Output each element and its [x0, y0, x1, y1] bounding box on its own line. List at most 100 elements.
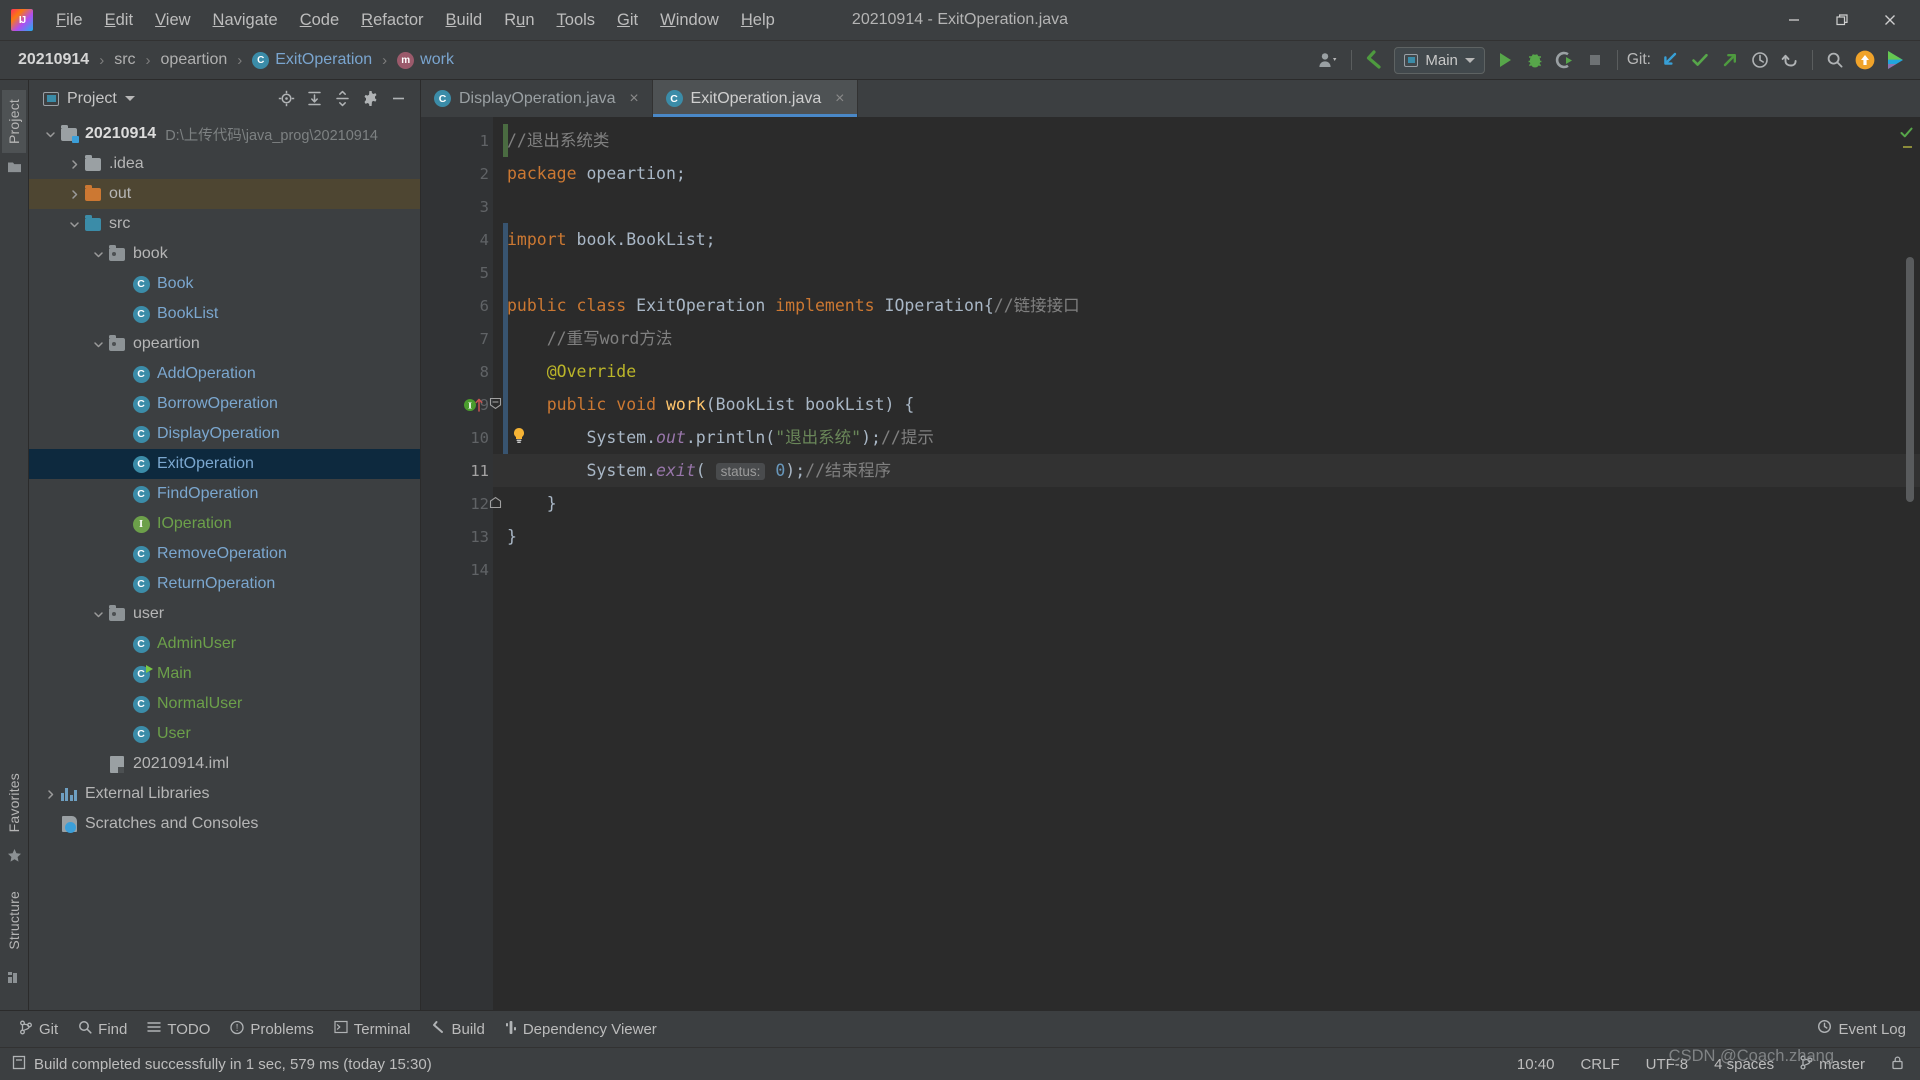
menu-code[interactable]: Code: [289, 7, 350, 33]
gutter-line-3[interactable]: 3: [421, 190, 493, 223]
tree-node-addoperation[interactable]: C AddOperation: [29, 359, 420, 389]
git-history-icon[interactable]: [1745, 46, 1775, 74]
settings-gear-icon[interactable]: [357, 86, 383, 111]
git-push-icon[interactable]: [1715, 46, 1745, 74]
code-line-6[interactable]: public class ExitOperation implements IO…: [493, 289, 1920, 322]
search-everywhere-icon[interactable]: [1820, 46, 1850, 74]
git-update-icon[interactable]: [1655, 46, 1685, 74]
menu-tools[interactable]: Tools: [546, 7, 607, 33]
structure-icon[interactable]: [7, 970, 22, 989]
chevron-down-icon[interactable]: [91, 337, 106, 352]
expand-all-icon[interactable]: [301, 86, 327, 111]
code-editor[interactable]: 1 2 3 4 5 6 7 8 9 I 10 11 12 13 14 //退出系统类 package opea…: [421, 117, 1920, 1010]
back-arrow-icon[interactable]: [1359, 46, 1389, 74]
gutter-line-13[interactable]: 13: [421, 520, 493, 553]
tree-node-findoperation[interactable]: C FindOperation: [29, 479, 420, 509]
gutter-line-12[interactable]: 12: [421, 487, 502, 520]
hide-panel-icon[interactable]: [385, 86, 411, 111]
tool-window-dependency-viewer[interactable]: Dependency Viewer: [496, 1016, 666, 1043]
gutter-line-4[interactable]: 4: [421, 223, 508, 256]
chevron-right-icon[interactable]: [67, 157, 82, 172]
tree-node-src[interactable]: src: [29, 209, 420, 239]
tree-node-scratches-and-consoles[interactable]: Scratches and Consoles: [29, 809, 420, 839]
read-only-icon[interactable]: [1887, 1053, 1908, 1076]
gutter-line-2[interactable]: 2: [421, 157, 493, 190]
update-badge-icon[interactable]: [1850, 46, 1880, 74]
debug-icon[interactable]: [1520, 46, 1550, 74]
run-icon[interactable]: [1490, 46, 1520, 74]
tree-node-exitoperation[interactable]: C ExitOperation: [29, 449, 420, 479]
code-line-9[interactable]: public void work(BookList bookList) {: [493, 388, 1920, 421]
tree-node-out[interactable]: out: [29, 179, 420, 209]
tool-window-git[interactable]: Git: [10, 1016, 67, 1043]
gutter-line-9[interactable]: 9I: [421, 388, 508, 421]
gutter-line-7[interactable]: 7: [421, 322, 508, 355]
project-files-icon[interactable]: [7, 160, 22, 179]
menu-edit[interactable]: Edit: [94, 7, 144, 33]
tree-node-.idea[interactable]: .idea: [29, 149, 420, 179]
tree-node-20210914.iml[interactable]: 20210914.iml: [29, 749, 420, 779]
editor-markup-scrollbar[interactable]: [1900, 117, 1916, 1010]
code-line-14[interactable]: [493, 553, 1920, 586]
gutter-line-1[interactable]: 1: [421, 124, 508, 157]
implementing-method-icon[interactable]: I: [463, 397, 489, 413]
gutter-line-6[interactable]: 6: [421, 289, 508, 322]
tree-node-adminuser[interactable]: C AdminUser: [29, 629, 420, 659]
git-rollback-icon[interactable]: [1775, 46, 1805, 74]
code-line-10[interactable]: System.out.println("退出系统");//提示: [493, 421, 1920, 454]
tool-window-problems[interactable]: ! Problems: [221, 1016, 322, 1043]
code-line-7[interactable]: //重写word方法: [493, 322, 1920, 355]
favorites-star-icon[interactable]: [7, 848, 22, 868]
user-avatar-icon[interactable]: [1314, 46, 1344, 74]
gutter-line-14[interactable]: 14: [421, 553, 493, 586]
menu-navigate[interactable]: Navigate: [202, 7, 289, 33]
breadcrumb-work[interactable]: m work: [394, 49, 457, 71]
code-content[interactable]: //退出系统类 package opeartion; import book.Boo…: [493, 117, 1920, 1010]
gutter-line-10[interactable]: 10: [421, 421, 524, 454]
gutter-line-5[interactable]: 5: [421, 256, 508, 289]
tree-node-borrowoperation[interactable]: C BorrowOperation: [29, 389, 420, 419]
breadcrumb-opeartion[interactable]: opeartion: [158, 49, 231, 71]
menu-help[interactable]: Help: [730, 7, 786, 33]
git-commit-icon[interactable]: [1685, 46, 1715, 74]
tool-window-todo[interactable]: TODO: [138, 1016, 219, 1042]
code-line-1[interactable]: //退出系统类: [493, 124, 1920, 157]
editor-tab-displayoperation-java[interactable]: C DisplayOperation.java ×: [421, 80, 653, 117]
gutter-line-8[interactable]: 8: [421, 355, 508, 388]
chevron-right-icon[interactable]: [43, 787, 58, 802]
gutter-line-11[interactable]: 11: [421, 454, 508, 487]
code-line-8[interactable]: @Override: [493, 355, 1920, 388]
menu-file[interactable]: File: [45, 7, 94, 33]
tree-node-book[interactable]: C Book: [29, 269, 420, 299]
stop-icon[interactable]: [1580, 46, 1610, 74]
strip-tab-project[interactable]: Project: [2, 90, 26, 153]
locate-icon[interactable]: [273, 86, 299, 111]
breadcrumb-20210914[interactable]: 20210914: [15, 49, 92, 71]
tree-node-ioperation[interactable]: I IOperation: [29, 509, 420, 539]
menu-refactor[interactable]: Refactor: [350, 7, 434, 33]
code-line-2[interactable]: package opeartion;: [493, 157, 1920, 190]
close-tab-icon[interactable]: ×: [627, 90, 642, 108]
tree-node-booklist[interactable]: C BookList: [29, 299, 420, 329]
breadcrumb-src[interactable]: src: [111, 49, 138, 71]
ide-feature-icon[interactable]: [1880, 46, 1910, 74]
chevron-down-icon[interactable]: [91, 247, 106, 262]
tree-node-displayoperation[interactable]: C DisplayOperation: [29, 419, 420, 449]
status-message-group[interactable]: Build completed successfully in 1 sec, 5…: [12, 1055, 432, 1074]
collapse-all-icon[interactable]: [329, 86, 355, 111]
file-encoding[interactable]: UTF-8: [1642, 1054, 1693, 1075]
code-line-5[interactable]: [493, 256, 1920, 289]
strip-tab-structure[interactable]: Structure: [2, 882, 26, 959]
tree-node-20210914[interactable]: 20210914 D:\上传代码\java_prog\20210914: [29, 119, 420, 149]
editor-vertical-scrollbar[interactable]: [1906, 257, 1914, 502]
tree-node-main[interactable]: C Main: [29, 659, 420, 689]
strip-tab-favorites[interactable]: Favorites: [2, 764, 26, 841]
tree-node-returnoperation[interactable]: C ReturnOperation: [29, 569, 420, 599]
chevron-right-icon[interactable]: [67, 187, 82, 202]
tree-node-user[interactable]: C User: [29, 719, 420, 749]
editor-gutter[interactable]: 1 2 3 4 5 6 7 8 9 I 10 11 12 13 14: [421, 117, 524, 1010]
code-line-11[interactable]: System.exit( status: 0);//结束程序: [493, 454, 1920, 487]
tool-window-find[interactable]: Find: [69, 1016, 136, 1042]
breadcrumb-exitoperation[interactable]: C ExitOperation: [249, 49, 375, 71]
editor-tab-exitoperation-java[interactable]: C ExitOperation.java ×: [652, 80, 859, 117]
